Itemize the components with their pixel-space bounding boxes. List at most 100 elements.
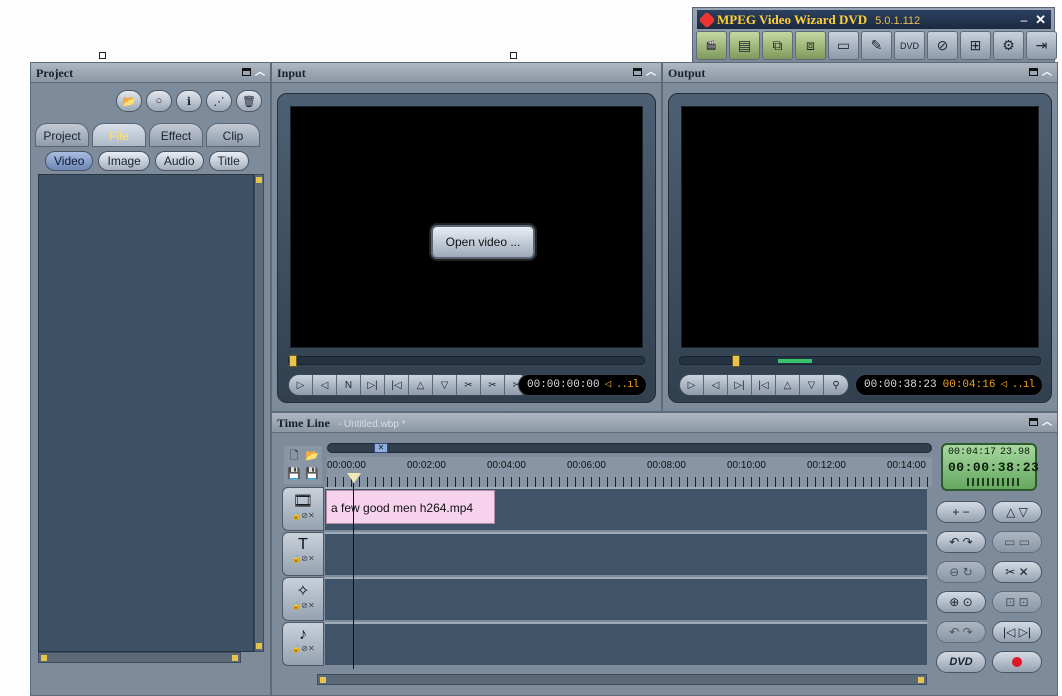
open-folder-button[interactable]: 📂: [116, 90, 142, 112]
track-header[interactable]: ♪ 🔒⊘✕: [282, 622, 324, 666]
track-lock-icon[interactable]: 🔒⊘✕: [283, 644, 323, 653]
tab-effect[interactable]: Effect: [149, 123, 203, 147]
panel-restore-icon[interactable]: [633, 68, 642, 76]
encode-button[interactable]: ⧉: [762, 31, 793, 60]
transport-button[interactable]: ✂: [481, 375, 505, 395]
edit-button[interactable]: ↶ ↷: [936, 531, 986, 553]
transport-button[interactable]: |◁: [385, 375, 409, 395]
track-lock-icon[interactable]: 🔒⊘✕: [283, 601, 323, 610]
transport-button[interactable]: ▷: [680, 375, 704, 395]
track-lock-icon[interactable]: 🔒⊘✕: [283, 554, 323, 563]
new-icon[interactable]: 🗋: [286, 448, 302, 464]
edit-button[interactable]: △ ▽: [992, 501, 1042, 523]
timeline-track[interactable]: T 🔒⊘✕: [282, 532, 928, 576]
subtab-image[interactable]: Image: [98, 151, 150, 171]
track-header[interactable]: ✧ 🔒⊘✕: [282, 577, 324, 621]
tab-clip[interactable]: Clip: [206, 123, 260, 147]
track-lane[interactable]: [324, 532, 928, 576]
exit-button[interactable]: ⇥: [1026, 31, 1057, 60]
app-titlebar[interactable]: MPEG Video Wizard DVD 5.0.1.112 – ✕: [697, 10, 1051, 29]
transport-button[interactable]: △: [776, 375, 800, 395]
edit-button[interactable]: ✂ ✕: [992, 561, 1042, 583]
playhead-marker[interactable]: [347, 473, 361, 485]
edit-button[interactable]: ↶ ↷: [936, 621, 986, 643]
output-video-screen[interactable]: [681, 106, 1039, 348]
output-seek-bar[interactable]: [679, 355, 1041, 367]
seek-knob[interactable]: [289, 355, 297, 367]
film-strip-button[interactable]: ▤: [729, 31, 760, 60]
track-lock-icon[interactable]: 🔒⊘✕: [283, 511, 323, 520]
close-button[interactable]: ✕: [1035, 12, 1046, 27]
tab-project[interactable]: Project: [35, 123, 89, 147]
record-button[interactable]: [992, 651, 1042, 673]
minimize-button[interactable]: –: [1021, 12, 1028, 27]
dvd-button[interactable]: DVD: [936, 651, 986, 673]
no-disc-button[interactable]: ⊘: [927, 31, 958, 60]
transport-button[interactable]: ▽: [433, 375, 457, 395]
timeline-track[interactable]: 🎞 🔒⊘✕ a few good men h264.mp4: [282, 487, 928, 531]
edit-button[interactable]: ⊡ ⊡: [992, 591, 1042, 613]
transport-button[interactable]: ✂: [457, 375, 481, 395]
tape-button[interactable]: ▭: [828, 31, 859, 60]
edit-button[interactable]: + −: [936, 501, 986, 523]
transport-button[interactable]: ⚲: [824, 375, 848, 395]
input-seek-bar[interactable]: [288, 355, 645, 367]
timeline-hscrollbar[interactable]: [317, 674, 927, 685]
disk-button[interactable]: ○: [146, 90, 172, 112]
file-list-hscrollbar[interactable]: [38, 652, 241, 663]
panel-restore-icon[interactable]: [1029, 68, 1038, 76]
trash-button[interactable]: 🗑: [236, 90, 262, 112]
tools-button[interactable]: ⚙: [993, 31, 1024, 60]
panel-collapse-icon[interactable]: ︿: [255, 67, 265, 78]
panel-restore-icon[interactable]: [1029, 418, 1038, 426]
file-list[interactable]: [38, 174, 254, 652]
input-video-screen[interactable]: Open video ...: [290, 106, 643, 348]
transport-button[interactable]: N: [337, 375, 361, 395]
edit-button[interactable]: ⊕ ⊙: [936, 591, 986, 613]
transport-button[interactable]: ◁: [313, 375, 337, 395]
timeline-ruler[interactable]: 00:00:00 00:02:00 00:04:00 00:06:00 00:08:00…: [327, 457, 932, 487]
edit-button[interactable]: ▭ ▭: [992, 531, 1042, 553]
convert-button[interactable]: ⧈: [795, 31, 826, 60]
layout-button[interactable]: ⊞: [960, 31, 991, 60]
subtab-audio[interactable]: Audio: [154, 151, 204, 171]
overview-marker[interactable]: ✕: [374, 443, 388, 453]
seek-knob[interactable]: [732, 355, 740, 367]
project-open-button[interactable]: 🎬: [696, 31, 727, 60]
transport-button[interactable]: ▷|: [361, 375, 385, 395]
panel-collapse-icon[interactable]: ︿: [1042, 417, 1052, 428]
timeline-overview-bar[interactable]: ✕: [327, 443, 932, 453]
timeline-clip[interactable]: a few good men h264.mp4: [326, 490, 495, 524]
track-lane[interactable]: [324, 622, 928, 666]
transport-button[interactable]: |◁: [752, 375, 776, 395]
edit-button[interactable]: ✎: [861, 31, 892, 60]
transport-button[interactable]: △: [409, 375, 433, 395]
info-button[interactable]: ℹ: [176, 90, 202, 112]
subtab-video[interactable]: Video: [45, 151, 94, 171]
edit-button[interactable]: |◁ ▷|: [992, 621, 1042, 643]
volume-icon[interactable]: ◁ ..ıl: [605, 379, 640, 391]
panel-collapse-icon[interactable]: ︿: [646, 67, 656, 78]
track-header[interactable]: T 🔒⊘✕: [282, 532, 324, 576]
save-icon[interactable]: 💾: [286, 466, 302, 482]
timeline-track[interactable]: ✧ 🔒⊘✕: [282, 577, 928, 621]
volume-icon[interactable]: ◁ ..ıl: [1000, 379, 1035, 391]
timeline-track[interactable]: ♪ 🔒⊘✕: [282, 622, 928, 666]
panel-restore-icon[interactable]: [242, 68, 251, 76]
track-header[interactable]: 🎞 🔒⊘✕: [282, 487, 324, 531]
open-icon[interactable]: 📂: [304, 448, 320, 464]
tab-file[interactable]: File: [92, 123, 146, 147]
open-video-button[interactable]: Open video ...: [431, 225, 535, 259]
tree-button[interactable]: ⋰: [206, 90, 232, 112]
dvd-button[interactable]: DVD: [894, 31, 925, 60]
transport-button[interactable]: ▽: [800, 375, 824, 395]
transport-button[interactable]: ◁: [704, 375, 728, 395]
transport-button[interactable]: ▷: [289, 375, 313, 395]
save-as-icon[interactable]: 💾: [304, 466, 320, 482]
track-lane[interactable]: [324, 577, 928, 621]
transport-button[interactable]: ▷|: [728, 375, 752, 395]
edit-button[interactable]: ⊖ ↻: [936, 561, 986, 583]
file-list-vscrollbar[interactable]: [254, 174, 264, 652]
subtab-title[interactable]: Title: [208, 151, 249, 171]
panel-collapse-icon[interactable]: ︿: [1042, 67, 1052, 78]
